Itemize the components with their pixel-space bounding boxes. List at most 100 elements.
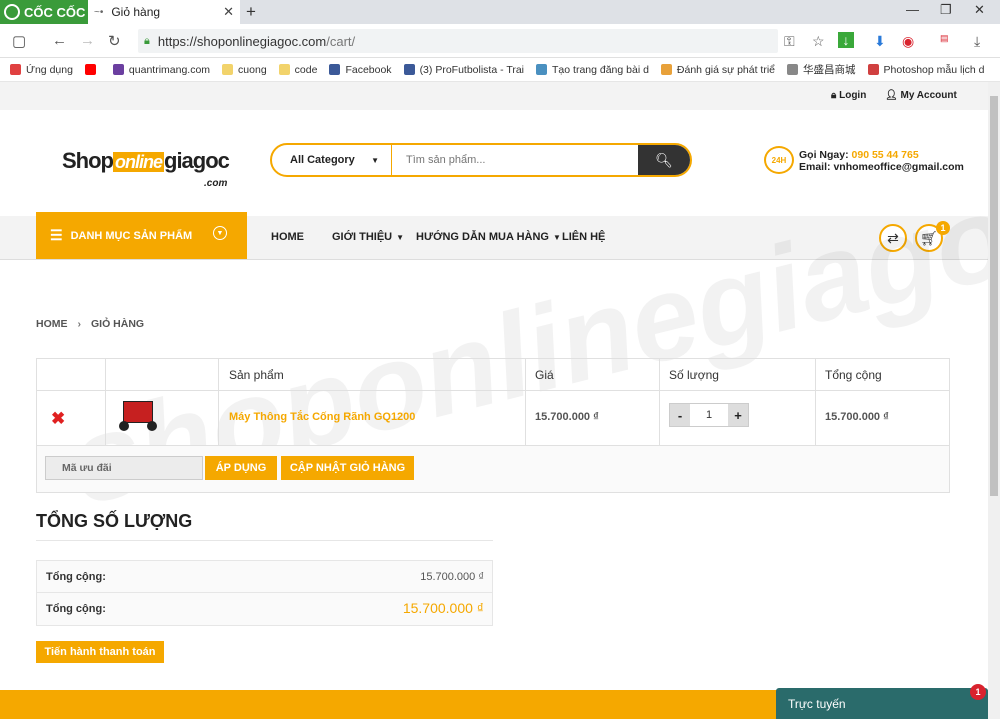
sidebar-toggle-icon[interactable]: ▢ bbox=[12, 32, 26, 50]
update-cart-button[interactable]: CẬP NHẬT GIỎ HÀNG bbox=[281, 456, 414, 480]
window-close-icon[interactable]: ✕ bbox=[974, 2, 985, 18]
bookmark-item[interactable]: code bbox=[278, 63, 318, 76]
bookmark-favicon-icon bbox=[787, 64, 799, 75]
search-input[interactable] bbox=[394, 145, 640, 175]
caret-down-icon: ▼ bbox=[396, 233, 405, 242]
nav-lien-he[interactable]: LIÊN HỆ bbox=[562, 231, 605, 243]
key-icon[interactable]: ⚿ bbox=[784, 33, 795, 50]
back-icon[interactable]: ← bbox=[52, 32, 67, 49]
search-bar: All Category ▼ 🔍︎ bbox=[270, 143, 692, 177]
coupon-input[interactable]: Mã ưu đãi bbox=[45, 456, 203, 480]
download-ext-icon[interactable]: ↓ bbox=[838, 32, 854, 48]
product-name-link[interactable]: Máy Thông Tắc Cống Rãnh GQ1200 bbox=[229, 411, 415, 423]
browser-toolbar: ▢ ← → ↻ 🔒︎ https://shoponlinegiagoc.com /… bbox=[0, 24, 1000, 58]
quantity-increase-button[interactable]: + bbox=[728, 404, 748, 426]
email-label: Email: bbox=[799, 161, 831, 173]
hotline-phone[interactable]: 090 55 44 765 bbox=[852, 149, 919, 161]
category-menu-button[interactable]: ☰ DANH MỤC SẢN PHẨM ▼ bbox=[36, 212, 247, 259]
remove-item-icon[interactable]: ✖ bbox=[51, 409, 65, 429]
email-address[interactable]: vnhomeoffice@gmail.com bbox=[833, 161, 963, 173]
total-row: Tổng cộng: 15.700.000 ₫ bbox=[37, 593, 492, 625]
apply-coupon-button[interactable]: ÁP DỤNG bbox=[205, 456, 277, 480]
login-label: Login bbox=[839, 90, 867, 101]
page-scrollbar[interactable] bbox=[988, 82, 1000, 719]
subtotal-row: Tổng cộng: 15.700.000 ₫ bbox=[37, 561, 492, 593]
cart-table: Sản phẩm Giá Số lượng Tổng cộng ✖ Máy Th… bbox=[36, 358, 950, 493]
category-select[interactable]: All Category ▼ bbox=[272, 145, 392, 175]
divider bbox=[36, 540, 493, 541]
menu-bars-icon: ☰ bbox=[50, 227, 63, 243]
bookmark-favicon-icon bbox=[867, 64, 879, 75]
bookmark-favicon-icon bbox=[112, 64, 124, 75]
breadcrumb: HOME › GIỎ HÀNG bbox=[36, 318, 144, 330]
bookmark-label: Photoshop mẫu lịch d bbox=[883, 63, 985, 76]
nav-gioi-thieu[interactable]: GIỚI THIỆU ▼ bbox=[332, 231, 404, 243]
minimize-icon[interactable]: — bbox=[906, 2, 919, 17]
login-link[interactable]: 🔒︎ Login bbox=[831, 90, 866, 101]
reload-icon[interactable]: ↻ bbox=[108, 32, 121, 50]
bookmark-item[interactable] bbox=[84, 64, 101, 75]
bookmark-label: Facebook bbox=[345, 63, 392, 76]
search-button[interactable]: 🔍︎ bbox=[638, 145, 690, 175]
new-tab-icon[interactable]: + bbox=[246, 2, 256, 22]
chat-badge: 1 bbox=[970, 684, 986, 700]
product-thumbnail[interactable] bbox=[117, 397, 159, 435]
compare-icon[interactable]: ⇄ bbox=[879, 224, 907, 252]
bookmark-item[interactable]: Ứng dụng bbox=[10, 64, 73, 76]
category-menu-label: DANH MỤC SẢN PHẨM bbox=[70, 229, 193, 242]
bookmark-favicon-icon bbox=[660, 64, 672, 75]
live-chat-button[interactable]: Trực tuyến bbox=[776, 688, 988, 719]
search-icon: 🔍︎ bbox=[655, 151, 673, 168]
my-account-link[interactable]: 👤︎ My Account bbox=[885, 90, 957, 101]
bookmark-favicon-icon bbox=[329, 64, 341, 75]
nav-gioi-thieu-label: GIỚI THIỆU bbox=[332, 231, 393, 243]
bookmark-favicon-icon bbox=[10, 64, 21, 75]
product-price: 15.700.000 ₫ bbox=[535, 411, 599, 423]
bookmark-item[interactable]: Facebook bbox=[329, 63, 392, 76]
product-line-total: 15.700.000 ₫ bbox=[825, 411, 889, 423]
quantity-decrease-button[interactable]: - bbox=[670, 404, 690, 426]
quantity-value[interactable]: 1 bbox=[690, 404, 728, 426]
caret-down-icon: ▼ bbox=[552, 233, 561, 242]
logo-com: .com bbox=[204, 178, 228, 189]
checkout-button[interactable]: Tiến hành thanh toán bbox=[36, 641, 164, 663]
breadcrumb-current: GIỎ HÀNG bbox=[91, 318, 145, 330]
bookmark-label: Tạo trang đăng bài d bbox=[552, 63, 649, 76]
logo-shop-text: Shop bbox=[62, 148, 114, 173]
nav-huong-dan[interactable]: HƯỚNG DẪN MUA HÀNG ▼ bbox=[416, 231, 561, 243]
bookmark-item[interactable]: Photoshop mẫu lịch d bbox=[867, 63, 985, 76]
bookmark-item[interactable]: Tạo trang đăng bài d bbox=[536, 64, 649, 76]
downloads-icon[interactable]: ⤓ bbox=[974, 33, 980, 50]
contact-info: Gọi Ngay: 090 55 44 765 Email: vnhomeoff… bbox=[799, 149, 964, 173]
extension-icon[interactable]: ▤ bbox=[940, 33, 949, 44]
bookmark-favicon-icon bbox=[403, 64, 415, 75]
chevron-down-icon: ▼ bbox=[371, 155, 379, 165]
total-label: Tổng cộng: bbox=[46, 603, 106, 615]
browser-brand[interactable]: CỐC CỐC bbox=[0, 0, 88, 24]
bookmark-item[interactable]: cuong bbox=[222, 64, 267, 76]
tab-close-icon[interactable]: ✕ bbox=[223, 4, 234, 20]
header-price: Giá bbox=[535, 368, 554, 382]
breadcrumb-home[interactable]: HOME bbox=[36, 318, 68, 330]
site-logo[interactable]: Shop onlinegiagoc bbox=[62, 148, 230, 174]
header-product: Sản phẩm bbox=[229, 368, 284, 382]
bookmark-label: Ứng dụng bbox=[26, 63, 73, 76]
bookmark-favicon-icon bbox=[84, 64, 96, 75]
bookmark-star-icon[interactable]: ☆ bbox=[812, 33, 825, 50]
url-path: /cart/ bbox=[326, 33, 356, 49]
bookmark-item[interactable]: 华盛昌商城 bbox=[787, 62, 856, 77]
extension-target-icon[interactable]: ◉ bbox=[902, 33, 914, 50]
address-bar[interactable]: 🔒︎ https://shoponlinegiagoc.com/cart/ bbox=[138, 29, 778, 53]
download-manager-icon[interactable]: ⬇ bbox=[874, 33, 886, 50]
logo-online-text: online bbox=[113, 152, 164, 172]
bookmark-item[interactable]: Đánh giá sự phát triể bbox=[660, 64, 775, 76]
maximize-icon[interactable]: ❐ bbox=[940, 2, 952, 18]
forward-icon[interactable]: → bbox=[80, 32, 95, 49]
bookmark-item[interactable]: quantrimang.com bbox=[112, 64, 210, 76]
browser-tab-cart[interactable]: ~• Giỏ hàng ✕ bbox=[88, 0, 240, 24]
web-page: 🔒︎ Login 👤︎ My Account Shop onlinegiagoc … bbox=[0, 82, 988, 719]
nav-home[interactable]: HOME bbox=[271, 231, 304, 243]
scrollbar-thumb[interactable] bbox=[990, 96, 998, 496]
bookmark-label: code bbox=[294, 63, 318, 76]
bookmark-item[interactable]: (3) ProFutbolista - Trai bbox=[403, 64, 524, 76]
